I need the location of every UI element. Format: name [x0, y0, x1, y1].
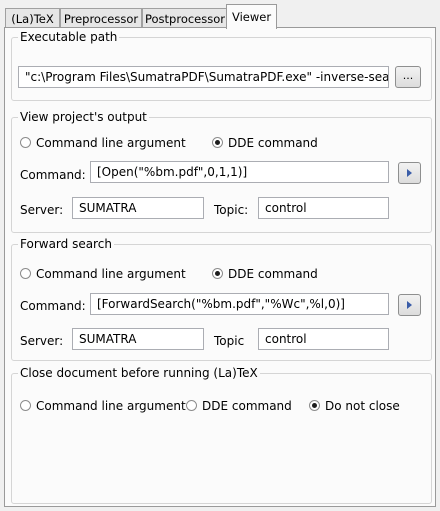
close-document-radio-dde[interactable]: DDE command: [186, 398, 292, 414]
close-document-radio-none[interactable]: Do not close: [309, 398, 400, 414]
forward-search-group: Forward search Command line argument DDE…: [11, 237, 432, 361]
forward-search-radio-cmdline[interactable]: Command line argument: [20, 266, 186, 282]
view-output-server-input[interactable]: SUMATRA: [72, 197, 204, 219]
radio-label: DDE command: [228, 267, 318, 281]
view-output-insert-button[interactable]: [398, 162, 421, 184]
tab-preprocessor[interactable]: Preprocessor: [60, 8, 142, 28]
executable-path-group: Executable path "c:\Program Files\Sumatr…: [11, 30, 432, 101]
radio-circle: [186, 400, 197, 411]
view-output-topic-input[interactable]: control: [258, 197, 389, 219]
view-output-command-input[interactable]: [Open("%bm.pdf",0,1,1)]: [90, 161, 389, 183]
radio-circle-selected: [309, 400, 320, 411]
close-document-group: Close document before running (La)TeX Co…: [11, 366, 432, 504]
forward-search-radio-dde[interactable]: DDE command: [212, 266, 318, 282]
radio-circle: [20, 400, 31, 411]
tab-viewer[interactable]: Viewer: [226, 4, 277, 29]
forward-search-insert-button[interactable]: [398, 294, 421, 316]
forward-search-command-input[interactable]: [ForwardSearch("%bm.pdf","%Wc",%l,0)]: [90, 293, 389, 315]
radio-label: Command line argument: [36, 267, 186, 281]
tab-postprocessor[interactable]: Postprocessor: [142, 8, 228, 28]
forward-search-server-label: Server:: [20, 334, 64, 348]
close-document-radio-cmdline[interactable]: Command line argument: [20, 398, 186, 414]
viewer-panel: Executable path "c:\Program Files\Sumatr…: [4, 27, 436, 507]
view-output-radio-dde[interactable]: DDE command: [212, 135, 318, 151]
radio-label: DDE command: [202, 399, 292, 413]
radio-circle: [20, 268, 31, 279]
forward-search-topic-label: Topic: [214, 334, 245, 348]
executable-path-legend: Executable path: [18, 30, 120, 44]
radio-label: Command line argument: [36, 399, 186, 413]
radio-circle: [20, 137, 31, 148]
view-output-radio-cmdline[interactable]: Command line argument: [20, 135, 186, 151]
radio-label: Do not close: [325, 399, 400, 413]
view-output-legend: View project's output: [18, 110, 149, 124]
arrow-right-icon: [407, 169, 412, 177]
forward-search-command-label: Command:: [20, 299, 86, 313]
view-output-server-label: Server:: [20, 203, 64, 217]
radio-label: Command line argument: [36, 136, 186, 150]
executable-path-input[interactable]: "c:\Program Files\SumatraPDF\SumatraPDF.…: [18, 66, 389, 88]
browse-button[interactable]: ...: [395, 66, 421, 88]
radio-label: DDE command: [228, 136, 318, 150]
close-document-legend: Close document before running (La)TeX: [18, 366, 260, 380]
arrow-right-icon: [407, 301, 412, 309]
view-output-group: View project's output Command line argum…: [11, 110, 432, 233]
forward-search-topic-input[interactable]: control: [258, 328, 389, 350]
view-output-topic-label: Topic:: [214, 203, 249, 217]
tab-latex[interactable]: (La)TeX: [5, 8, 60, 28]
forward-search-server-input[interactable]: SUMATRA: [72, 328, 204, 350]
forward-search-legend: Forward search: [18, 237, 114, 251]
radio-circle-selected: [212, 137, 223, 148]
view-output-command-label: Command:: [20, 168, 86, 182]
radio-circle-selected: [212, 268, 223, 279]
browse-button-label: ...: [402, 69, 414, 82]
